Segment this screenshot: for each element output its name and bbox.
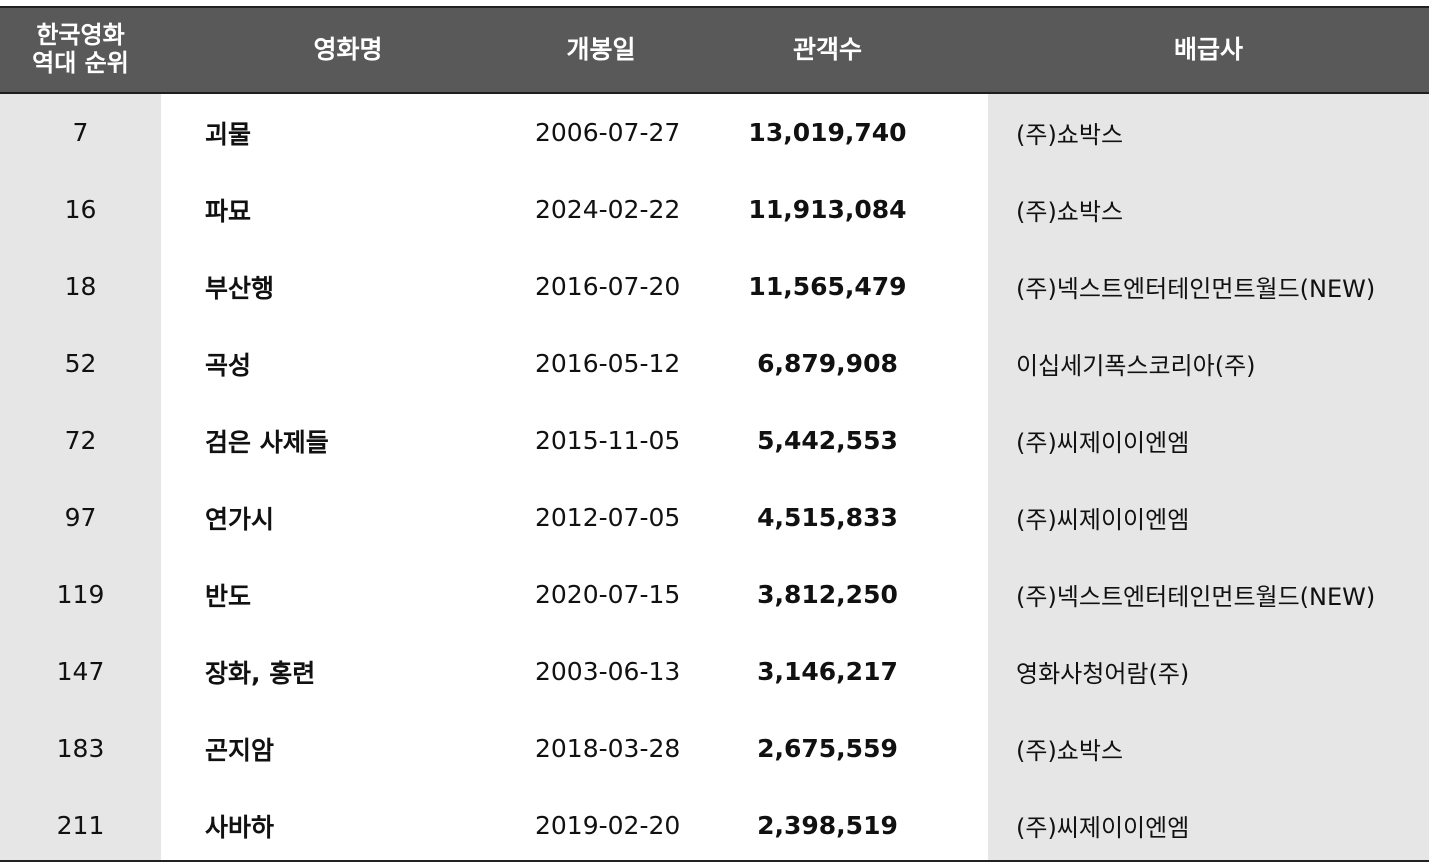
header-rank-line1: 한국영화 (36, 21, 125, 50)
table-row: 72 검은 사제들 2015-11-05 5,442,553 (주)씨제이이엔엠 (0, 402, 1429, 479)
cell-rank: 97 (0, 479, 161, 556)
cell-title: 장화, 홍련 (161, 633, 535, 710)
table-row: 7 괴물 2006-07-27 13,019,740 (주)쇼박스 (0, 93, 1429, 171)
cell-audience: 2,675,559 (667, 710, 988, 787)
cell-title: 검은 사제들 (161, 402, 535, 479)
cell-distributor: 이십세기폭스코리아(주) (988, 325, 1429, 402)
cell-title: 반도 (161, 556, 535, 633)
cell-release-date: 2024-02-22 (535, 171, 680, 248)
cell-release-date: 2018-03-28 (535, 710, 680, 787)
cell-audience: 11,565,479 (667, 248, 988, 325)
header-rank-line2: 역대 순위 (32, 49, 129, 77)
cell-release-date: 2020-07-15 (535, 556, 680, 633)
cell-audience: 11,913,084 (667, 171, 988, 248)
cell-title: 괴물 (161, 93, 535, 171)
table-row: 97 연가시 2012-07-05 4,515,833 (주)씨제이이엔엠 (0, 479, 1429, 556)
cell-title: 파묘 (161, 171, 535, 248)
table-row: 52 곡성 2016-05-12 6,879,908 이십세기폭스코리아(주) (0, 325, 1429, 402)
cell-release-date: 2019-02-20 (535, 787, 680, 860)
cell-audience: 13,019,740 (667, 93, 988, 171)
cell-audience: 3,812,250 (667, 556, 988, 633)
cell-title: 곤지암 (161, 710, 535, 787)
header-row: 한국영화 역대 순위 영화명 개봉일 관객수 배급사 (0, 8, 1429, 94)
cell-rank: 18 (0, 248, 161, 325)
header-title: 영화명 (161, 8, 535, 94)
cell-distributor: (주)쇼박스 (988, 93, 1429, 171)
cell-distributor: (주)쇼박스 (988, 171, 1429, 248)
header-distributor: 배급사 (988, 8, 1429, 94)
cell-audience: 2,398,519 (667, 787, 988, 860)
table-row: 18 부산행 2016-07-20 11,565,479 (주)넥스트엔터테인먼… (0, 248, 1429, 325)
cell-audience: 3,146,217 (667, 633, 988, 710)
cell-audience: 6,879,908 (667, 325, 988, 402)
table-row: 119 반도 2020-07-15 3,812,250 (주)넥스트엔터테인먼트… (0, 556, 1429, 633)
header-rank: 한국영화 역대 순위 (0, 8, 161, 94)
cell-rank: 52 (0, 325, 161, 402)
movie-ranking-table-wrapper: 한국영화 역대 순위 영화명 개봉일 관객수 배급사 7 괴물 2006-07-… (0, 6, 1429, 862)
cell-distributor: (주)씨제이이엔엠 (988, 402, 1429, 479)
header-audience: 관객수 (667, 8, 988, 94)
cell-release-date: 2016-05-12 (535, 325, 680, 402)
cell-title: 부산행 (161, 248, 535, 325)
cell-rank: 16 (0, 171, 161, 248)
table-row: 16 파묘 2024-02-22 11,913,084 (주)쇼박스 (0, 171, 1429, 248)
cell-rank: 72 (0, 402, 161, 479)
cell-release-date: 2006-07-27 (535, 93, 680, 171)
cell-release-date: 2012-07-05 (535, 479, 680, 556)
cell-release-date: 2003-06-13 (535, 633, 680, 710)
movie-ranking-table: 한국영화 역대 순위 영화명 개봉일 관객수 배급사 7 괴물 2006-07-… (0, 8, 1429, 860)
cell-audience: 4,515,833 (667, 479, 988, 556)
cell-release-date: 2016-07-20 (535, 248, 680, 325)
cell-rank: 211 (0, 787, 161, 860)
cell-title: 사바하 (161, 787, 535, 860)
cell-distributor: 영화사청어람(주) (988, 633, 1429, 710)
table-body: 7 괴물 2006-07-27 13,019,740 (주)쇼박스 16 파묘 … (0, 93, 1429, 860)
table-row: 211 사바하 2019-02-20 2,398,519 (주)씨제이이엔엠 (0, 787, 1429, 860)
cell-distributor: (주)넥스트엔터테인먼트월드(NEW) (988, 556, 1429, 633)
cell-distributor: (주)넥스트엔터테인먼트월드(NEW) (988, 248, 1429, 325)
cell-rank: 147 (0, 633, 161, 710)
cell-distributor: (주)씨제이이엔엠 (988, 787, 1429, 860)
table-row: 147 장화, 홍련 2003-06-13 3,146,217 영화사청어람(주… (0, 633, 1429, 710)
table-header: 한국영화 역대 순위 영화명 개봉일 관객수 배급사 (0, 8, 1429, 94)
cell-distributor: (주)씨제이이엔엠 (988, 479, 1429, 556)
cell-title: 곡성 (161, 325, 535, 402)
cell-audience: 5,442,553 (667, 402, 988, 479)
cell-rank: 183 (0, 710, 161, 787)
cell-distributor: (주)쇼박스 (988, 710, 1429, 787)
header-release-date: 개봉일 (535, 8, 667, 94)
cell-rank: 119 (0, 556, 161, 633)
cell-rank: 7 (0, 93, 161, 171)
table-row: 183 곤지암 2018-03-28 2,675,559 (주)쇼박스 (0, 710, 1429, 787)
cell-release-date: 2015-11-05 (535, 402, 680, 479)
cell-title: 연가시 (161, 479, 535, 556)
